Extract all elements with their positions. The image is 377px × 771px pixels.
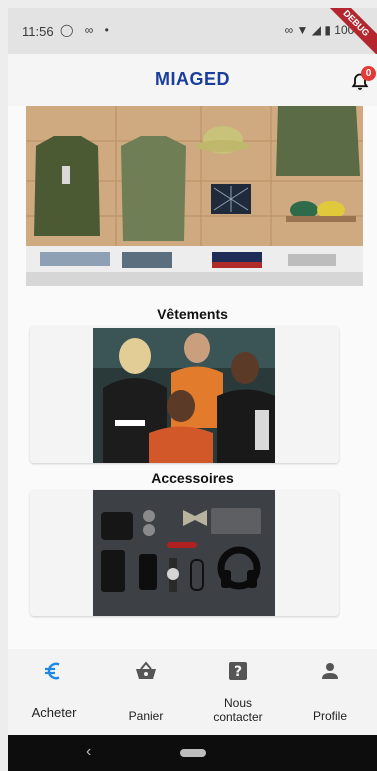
app-bar: MIAGED 0 [8, 54, 377, 106]
nav-label-panier: Panier [128, 709, 164, 723]
person-icon [322, 663, 338, 679]
app-title: MIAGED [155, 69, 230, 89]
basket-icon [136, 661, 156, 679]
euro-icon [45, 662, 60, 680]
notification-badge: 0 [361, 66, 376, 81]
nav-label-nous-contacter-text: Nous contacter [213, 696, 263, 724]
category-card-accessoires[interactable] [30, 490, 339, 616]
link-icon: ∞ [284, 23, 294, 37]
app-frame: 11:56 ◯ ∞ • ∞ ▼ ◢ ▮ 100% DEBUG MIAGED 0 [8, 8, 377, 771]
vetements-image [93, 328, 275, 463]
battery-icon: ▮ [324, 23, 331, 37]
category-card-vetements[interactable] [30, 326, 339, 463]
nav-label-profile: Profile [312, 709, 347, 723]
nav-item-panier[interactable]: Panier [100, 649, 192, 735]
nav-item-nous-contacter[interactable]: ? Nous contacter [192, 649, 284, 735]
system-navigation-bar: ‹ [8, 735, 377, 771]
nav-item-profile[interactable]: Profile [284, 649, 376, 735]
signal-icon: ◢ [311, 23, 321, 37]
section-title-accessoires: Accessoires [151, 470, 234, 486]
status-notification-icons: ◯ ∞ • [60, 23, 113, 37]
status-bar: 11:56 ◯ ∞ • ∞ ▼ ◢ ▮ 100% DEBUG [8, 8, 377, 60]
hero-banner-image[interactable] [26, 106, 363, 286]
accessoires-image [93, 490, 275, 616]
nav-item-acheter[interactable]: Acheter [8, 649, 100, 735]
wifi-icon: ▼ [296, 23, 309, 37]
home-pill[interactable] [180, 749, 206, 757]
bottom-navigation: Acheter Panier ? Nous contacter Profile [8, 649, 377, 735]
back-icon[interactable]: ‹ [86, 743, 91, 761]
svg-text:?: ? [234, 664, 242, 680]
nav-label-nous-contacter: Nous contacter [192, 696, 284, 724]
nav-label-acheter: Acheter [31, 705, 77, 720]
status-time: 11:56 [22, 24, 54, 39]
section-title-vetements: Vêtements [157, 306, 228, 322]
help-icon: ? [229, 662, 247, 680]
